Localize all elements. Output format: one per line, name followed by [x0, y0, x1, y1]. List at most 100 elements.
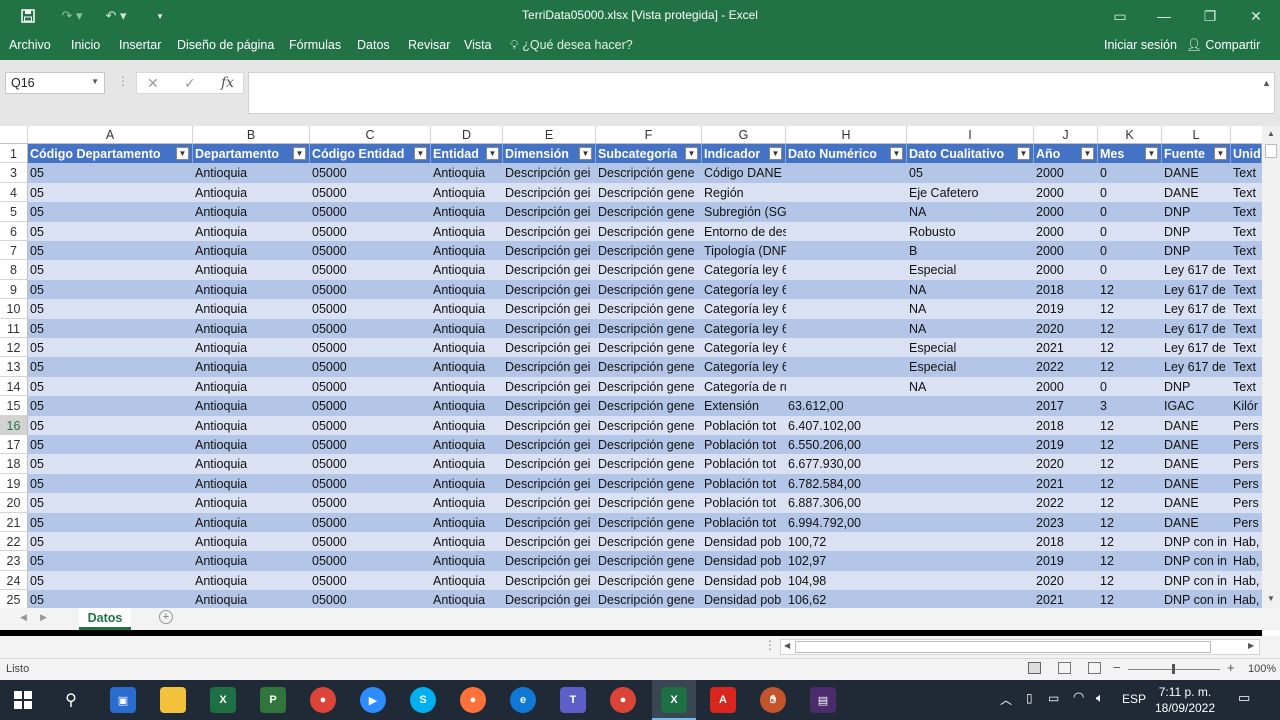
table-cell[interactable]	[907, 570, 1034, 591]
table-cell[interactable]: 05	[28, 202, 193, 222]
table-cell[interactable]	[786, 279, 907, 300]
table-cell[interactable]: DANE	[1162, 415, 1231, 435]
table-cell[interactable]: 12	[1098, 454, 1162, 474]
row-header[interactable]: 20	[0, 493, 28, 513]
row-header[interactable]: 24	[0, 570, 28, 591]
table-cell[interactable]: Antioquia	[431, 415, 503, 435]
tab-vista[interactable]: Vista	[464, 38, 492, 52]
table-header-cell[interactable]: Departamento ▼	[193, 144, 310, 164]
table-cell[interactable]: 05	[28, 512, 193, 532]
table-cell[interactable]: 2020	[1034, 318, 1098, 338]
table-cell[interactable]: Text	[1231, 241, 1262, 261]
table-cell[interactable]: Descripción gene	[596, 260, 702, 280]
table-header-cell[interactable]: Indicador ▼	[702, 144, 786, 164]
table-header-cell[interactable]: Dato Numérico ▼	[786, 144, 907, 164]
row-header[interactable]: 14	[0, 376, 28, 397]
project-icon[interactable]: P	[260, 687, 286, 713]
table-cell[interactable]: Antioquia	[193, 279, 310, 300]
table-cell[interactable]: Antioquia	[431, 532, 503, 552]
table-cell[interactable]: 05000	[310, 532, 431, 552]
table-cell[interactable]: Pers	[1231, 493, 1262, 513]
page-layout-icon[interactable]	[1058, 662, 1071, 674]
table-header-cell[interactable]: Fuente ▼	[1162, 144, 1231, 164]
tab-revisar[interactable]: Revisar	[408, 38, 450, 52]
table-cell[interactable]	[786, 338, 907, 358]
table-cell[interactable]: 05000	[310, 415, 431, 435]
table-cell[interactable]: 12	[1098, 299, 1162, 319]
app-icon[interactable]: ✋︎	[760, 687, 786, 713]
tab-archivo[interactable]: Archivo	[9, 38, 51, 52]
table-cell[interactable]: Antioquia	[431, 454, 503, 474]
split-handle-icon[interactable]: ⋮	[764, 638, 776, 652]
table-cell[interactable]: Antioquia	[431, 473, 503, 494]
table-cell[interactable]: 05	[28, 357, 193, 377]
table-cell[interactable]: 2017	[1034, 396, 1098, 416]
table-header-cell[interactable]: Unid	[1231, 144, 1262, 164]
table-cell[interactable]: Antioquia	[431, 512, 503, 532]
row-header[interactable]: 18	[0, 454, 28, 474]
table-cell[interactable]: Categoría ley 617 de 2000	[702, 279, 786, 300]
table-cell[interactable]: 05	[28, 551, 193, 571]
table-cell[interactable]: DNP con in	[1162, 532, 1231, 552]
table-cell[interactable]: 12	[1098, 473, 1162, 494]
zoom-out-icon[interactable]: −	[1113, 660, 1121, 675]
table-cell[interactable]: Descripción gene	[596, 396, 702, 416]
table-cell[interactable]: Subregión (SGR)	[702, 202, 786, 222]
name-box[interactable]: Q16 ▼	[5, 72, 105, 94]
table-cell[interactable]: Ley 617 de	[1162, 299, 1231, 319]
table-cell[interactable]: Categoría ley 617 de 2000	[702, 260, 786, 280]
table-cell[interactable]: 05000	[310, 182, 431, 203]
table-cell[interactable]: 12	[1098, 532, 1162, 552]
table-cell[interactable]: 05000	[310, 376, 431, 397]
table-cell[interactable]: 12	[1098, 512, 1162, 532]
column-header[interactable]: K	[1098, 126, 1162, 144]
table-cell[interactable]: Antioquia	[193, 221, 310, 241]
table-cell[interactable]: Antioquia	[193, 357, 310, 377]
table-cell[interactable]: Antioquia	[431, 163, 503, 183]
table-cell[interactable]: 12	[1098, 279, 1162, 300]
table-cell[interactable]	[907, 396, 1034, 416]
table-cell[interactable]	[907, 454, 1034, 474]
table-cell[interactable]: 05	[28, 415, 193, 435]
row-header[interactable]: 21	[0, 512, 28, 532]
table-cell[interactable]: Antioquia	[431, 318, 503, 338]
zoom-in-icon[interactable]: +	[1227, 660, 1235, 675]
table-cell[interactable]	[786, 182, 907, 203]
filter-dropdown-icon[interactable]: ▼	[1017, 147, 1030, 160]
table-cell[interactable]: 05	[907, 163, 1034, 183]
table-cell[interactable]: Población tot	[702, 493, 786, 513]
table-cell[interactable]: 05000	[310, 357, 431, 377]
column-header[interactable]: C	[310, 126, 431, 144]
edge-icon[interactable]: e	[510, 687, 536, 713]
table-cell[interactable]: Descripción gene	[596, 473, 702, 494]
store-icon[interactable]: ▣	[110, 687, 136, 713]
row-header[interactable]: 15	[0, 396, 28, 416]
table-cell[interactable]: 2022	[1034, 357, 1098, 377]
table-cell[interactable]: Antioquia	[193, 396, 310, 416]
table-cell[interactable]: Text	[1231, 221, 1262, 241]
filter-dropdown-icon[interactable]: ▼	[1145, 147, 1158, 160]
table-cell[interactable]: 05000	[310, 260, 431, 280]
table-cell[interactable]	[786, 241, 907, 261]
vertical-scrollbar[interactable]: ▲ ▼	[1262, 126, 1280, 608]
page-break-icon[interactable]	[1088, 662, 1101, 674]
table-cell[interactable]: Categoría ley 617 de 2000	[702, 318, 786, 338]
table-cell[interactable]	[786, 376, 907, 397]
table-cell[interactable]: Robusto	[907, 221, 1034, 241]
table-cell[interactable]: 2000	[1034, 202, 1098, 222]
tab-insertar[interactable]: Insertar	[119, 38, 161, 52]
table-cell[interactable]: 0	[1098, 221, 1162, 241]
filter-dropdown-icon[interactable]: ▼	[1081, 147, 1094, 160]
row-header[interactable]: 22	[0, 532, 28, 552]
row-header[interactable]: 12	[0, 338, 28, 358]
filter-dropdown-icon[interactable]: ▼	[1214, 147, 1227, 160]
table-cell[interactable]: Text	[1231, 299, 1262, 319]
table-cell[interactable]: Antioquia	[193, 299, 310, 319]
table-cell[interactable]	[907, 590, 1034, 608]
table-cell[interactable]	[907, 551, 1034, 571]
table-header-cell[interactable]: Código Entidad ▼	[310, 144, 431, 164]
table-cell[interactable]: Antioquia	[431, 221, 503, 241]
table-cell[interactable]: DNP	[1162, 376, 1231, 397]
table-cell[interactable]: 2000	[1034, 376, 1098, 397]
column-header[interactable]: F	[596, 126, 702, 144]
